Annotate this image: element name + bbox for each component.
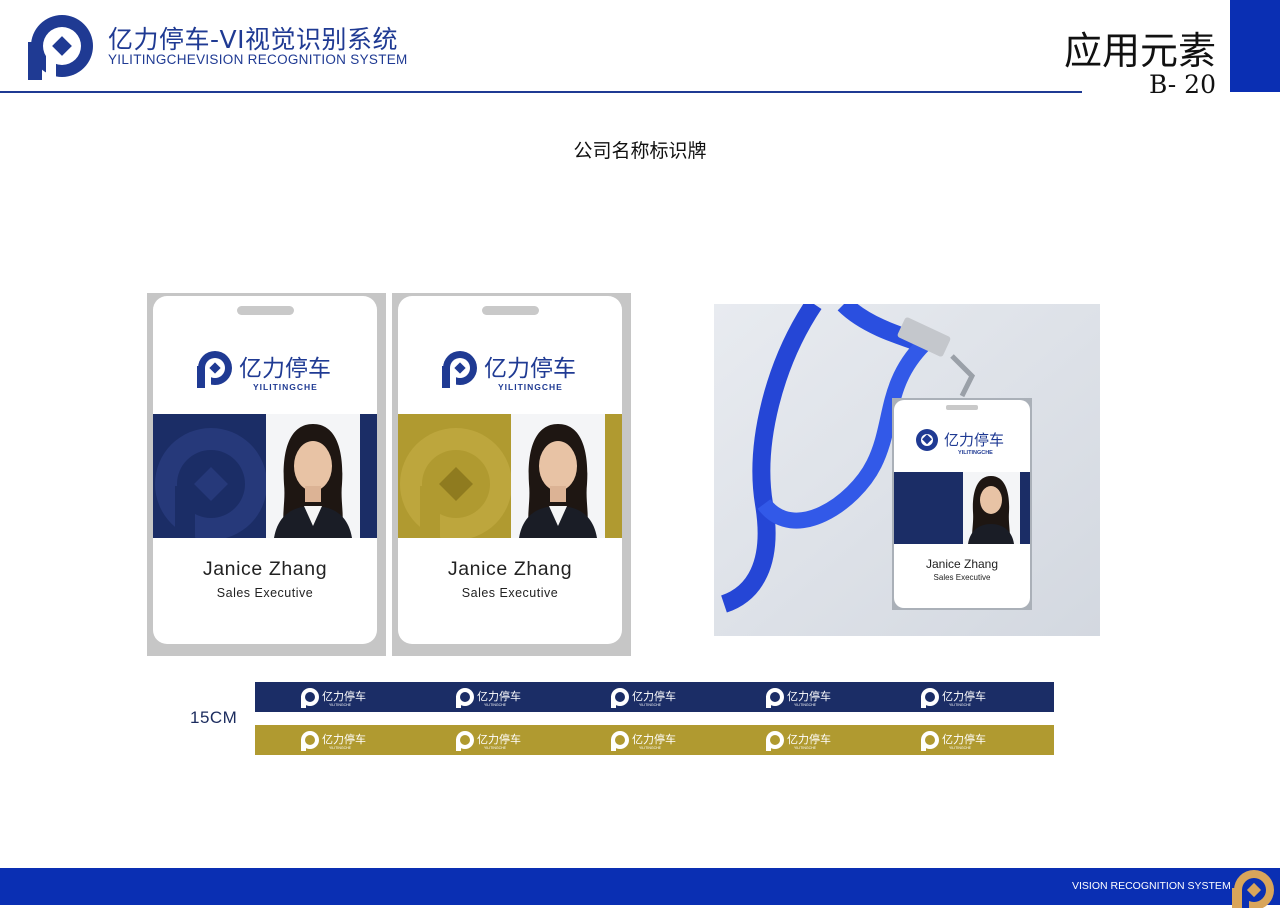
header-divider: [0, 91, 1082, 93]
strip-brand-logo: 亿力停车YILITINGCHE: [921, 731, 986, 751]
strip-brand-en: YILITINGCHE: [329, 703, 352, 707]
strip-brand-name: 亿力停车: [322, 732, 366, 746]
strip-brand-en: YILITINGCHE: [949, 746, 972, 750]
strip-brand-en: YILITINGCHE: [949, 703, 972, 707]
lanyard-card-brand: 亿力停车: [944, 431, 1004, 449]
strip-brand-name: 亿力停车: [787, 689, 831, 703]
footer-text: VISION RECOGNITION SYSTEM: [1072, 880, 1231, 892]
card-brand-en: YILITINGCHE: [498, 382, 563, 392]
strip-brand-logo: 亿力停车YILITINGCHE: [921, 688, 986, 708]
card-brand-en: YILITINGCHE: [253, 382, 318, 392]
strip-brand-logo: 亿力停车YILITINGCHE: [456, 688, 521, 708]
strip-brand-en: YILITINGCHE: [794, 746, 817, 750]
corner-accent-block: [1230, 0, 1280, 92]
strip-brand-name: 亿力停车: [632, 689, 676, 703]
lanyard-card-name: Janice Zhang: [926, 557, 998, 571]
id-card-body: 亿力停车 YILITINGCHE Janice Zhang Sales Exec…: [153, 296, 377, 644]
brand-logo-icon: [28, 15, 93, 80]
strip-brand-logo: 亿力停车YILITINGCHE: [611, 731, 676, 751]
strip-brand-name: 亿力停车: [632, 732, 676, 746]
strip-size-label: 15CM: [190, 708, 238, 727]
id-card-navy: 亿力停车 YILITINGCHE Janice Zhang Sales Exec…: [147, 293, 386, 656]
card-holder-role: Sales Executive: [461, 586, 559, 600]
id-card-body: 亿力停车 YILITINGCHE Janice Zhang Sales Exec…: [398, 296, 622, 644]
page-heading: 公司名称标识牌: [573, 140, 707, 162]
brand-strip-navy: 亿力停车 YILITINGCHE 亿力停车 YILITINGCHE 亿力停车 YILITI…: [255, 682, 1054, 712]
portrait-photo: [511, 414, 605, 538]
strip-brand-en: YILITINGCHE: [639, 703, 662, 707]
id-card-gold: 亿力停车 YILITINGCHE Janice Zhang Sales Exec…: [392, 293, 631, 656]
card-slot: [237, 306, 294, 315]
brand-strip-gold: 亿力停车 YILITINGCHE 亿力停车 YILITINGCHE 亿力停车 YILITI…: [255, 725, 1054, 755]
lanyard-mockup-photo: 亿力停车 YILITINGCHE Janice Zhang Sales Exec…: [714, 304, 1100, 636]
card-brand-name: 亿力停车: [239, 356, 331, 382]
strip-brand-en: YILITINGCHE: [639, 746, 662, 750]
strip-brand-en: YILITINGCHE: [794, 703, 817, 707]
footer-logo-icon: [1232, 870, 1274, 908]
strip-brand-logo: 亿力停车YILITINGCHE: [456, 731, 521, 751]
brand-title: 亿力停车-VI视觉识别系统: [108, 25, 398, 54]
brand-subtitle: YILITINGCHEVISION RECOGNITION SYSTEM: [108, 52, 408, 67]
strip-brand-name: 亿力停车: [942, 732, 986, 746]
card-slot: [482, 306, 539, 315]
card-brand-logo: 亿力停车 YILITINGCHE: [442, 351, 576, 392]
card-brand-logo: 亿力停车 YILITINGCHE: [197, 351, 331, 392]
lanyard-card-role: Sales Executive: [934, 573, 991, 582]
strip-brand-logo: 亿力停车YILITINGCHE: [301, 688, 366, 708]
strip-brand-logo: 亿力停车YILITINGCHE: [766, 688, 831, 708]
card-holder-name: Janice Zhang: [202, 558, 328, 580]
section-title: 应用元素: [1063, 29, 1216, 73]
lanyard-card-brand-en: YILITINGCHE: [958, 450, 993, 456]
strip-brand-name: 亿力停车: [787, 732, 831, 746]
strip-brand-en: YILITINGCHE: [484, 703, 507, 707]
card-holder-name: Janice Zhang: [447, 558, 573, 580]
card-brand-name: 亿力停车: [484, 356, 576, 382]
strip-brand-logo: 亿力停车YILITINGCHE: [611, 688, 676, 708]
strip-brand-en: YILITINGCHE: [484, 746, 507, 750]
card-holder-role: Sales Executive: [216, 586, 314, 600]
strip-brand-name: 亿力停车: [477, 689, 521, 703]
page-code: B- 20: [1148, 70, 1216, 99]
lanyard-illustration: 亿力停车 YILITINGCHE Janice Zhang Sales Exec…: [714, 304, 1100, 636]
strip-brand-en: YILITINGCHE: [329, 746, 352, 750]
portrait-photo: [266, 414, 360, 538]
strip-brand-logo: 亿力停车YILITINGCHE: [301, 731, 366, 751]
strip-brand-name: 亿力停车: [322, 689, 366, 703]
strip-brand-logo: 亿力停车YILITINGCHE: [766, 731, 831, 751]
strip-brand-name: 亿力停车: [477, 732, 521, 746]
strip-brand-name: 亿力停车: [942, 689, 986, 703]
